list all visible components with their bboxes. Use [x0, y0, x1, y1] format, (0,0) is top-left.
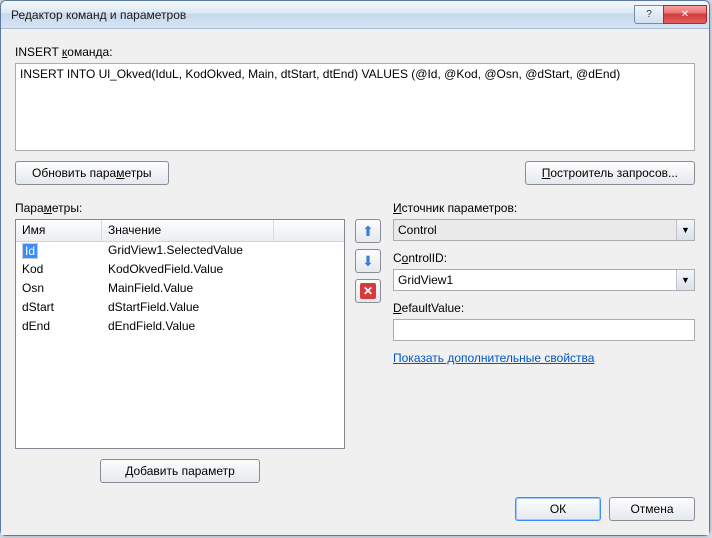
parameters-label: Параметры: [15, 201, 345, 215]
delete-button[interactable]: ✕ [355, 279, 381, 303]
param-value-cell[interactable]: GridView1.SelectedValue [102, 242, 344, 261]
command-buttons-row: Обновить параметры Построитель запросов.… [15, 161, 695, 185]
delete-icon: ✕ [360, 283, 376, 299]
param-name-cell[interactable]: dStart [16, 299, 102, 318]
param-value-cell[interactable]: KodOkvedField.Value [102, 261, 344, 280]
cancel-button[interactable]: Отмена [609, 497, 695, 521]
combo-value: Control [398, 223, 676, 237]
dialog-footer: ОК Отмена [15, 497, 695, 521]
add-parameter-button[interactable]: Добавить параметр [100, 459, 260, 483]
insert-command-label: INSERT команда: [15, 45, 695, 59]
chevron-down-icon: ▼ [676, 220, 694, 240]
refresh-parameters-button[interactable]: Обновить параметры [15, 161, 169, 185]
arrow-up-icon: ⬆ [362, 223, 374, 240]
table-row[interactable]: Kod KodOkvedField.Value [16, 261, 344, 280]
param-value-cell[interactable]: dStartField.Value [102, 299, 344, 318]
close-button[interactable]: ✕ [663, 5, 707, 24]
parameter-source-column: Источник параметров: Control ▼ ControlID… [393, 197, 695, 483]
parameters-grid[interactable]: Имя Значение Id GridView1.SelectedValue … [15, 219, 345, 449]
titlebar-buttons: ? ✕ [635, 5, 707, 24]
parameters-column: Параметры: Имя Значение Id GridView1.Sel… [15, 197, 345, 483]
show-advanced-link[interactable]: Показать дополнительные свойства [393, 351, 695, 365]
param-value-cell[interactable]: MainField.Value [102, 280, 344, 299]
arrow-down-icon: ⬇ [362, 253, 374, 270]
table-row[interactable]: Id GridView1.SelectedValue [16, 242, 344, 261]
table-row[interactable]: dStart dStartField.Value [16, 299, 344, 318]
ok-button[interactable]: ОК [515, 497, 601, 521]
query-builder-button[interactable]: Построитель запросов... [525, 161, 695, 185]
controlid-combo[interactable]: GridView1 ▼ [393, 269, 695, 291]
table-row[interactable]: Osn MainField.Value [16, 280, 344, 299]
grid-header-value[interactable]: Значение [102, 220, 274, 241]
param-name-cell[interactable]: Osn [16, 280, 102, 299]
defaultvalue-input[interactable] [393, 319, 695, 341]
sql-command-textarea[interactable]: INSERT INTO Ul_Okved(IduL, KodOkved, Mai… [15, 63, 695, 151]
chevron-down-icon: ▼ [676, 270, 694, 290]
parameter-source-combo[interactable]: Control ▼ [393, 219, 695, 241]
controlid-label: ControlID: [393, 251, 695, 265]
window-title: Редактор команд и параметров [11, 8, 635, 22]
move-up-button[interactable]: ⬆ [355, 219, 381, 243]
parameter-source-label: Источник параметров: [393, 201, 695, 215]
reorder-buttons-column: ⬆ ⬇ ✕ [355, 197, 383, 483]
dialog-content: INSERT команда: INSERT INTO Ul_Okved(Idu… [1, 29, 709, 535]
grid-header: Имя Значение [16, 220, 344, 242]
grid-body: Id GridView1.SelectedValue Kod KodOkvedF… [16, 242, 344, 337]
param-name-cell[interactable]: Kod [16, 261, 102, 280]
grid-header-name[interactable]: Имя [16, 220, 102, 241]
param-name-cell[interactable]: Id [16, 242, 102, 261]
dialog-window: Редактор команд и параметров ? ✕ INSERT … [0, 0, 710, 536]
table-row[interactable]: dEnd dEndField.Value [16, 318, 344, 337]
grid-header-spacer [274, 220, 344, 241]
move-down-button[interactable]: ⬇ [355, 249, 381, 273]
titlebar[interactable]: Редактор команд и параметров ? ✕ [1, 1, 709, 29]
param-value-cell[interactable]: dEndField.Value [102, 318, 344, 337]
close-icon: ✕ [681, 9, 689, 20]
help-icon: ? [646, 9, 652, 20]
combo-value: GridView1 [398, 273, 676, 287]
defaultvalue-label: DefaultValue: [393, 301, 695, 315]
add-parameter-row: Добавить параметр [15, 459, 345, 483]
param-name-cell[interactable]: dEnd [16, 318, 102, 337]
middle-section: Параметры: Имя Значение Id GridView1.Sel… [15, 197, 695, 483]
help-button[interactable]: ? [634, 5, 664, 24]
